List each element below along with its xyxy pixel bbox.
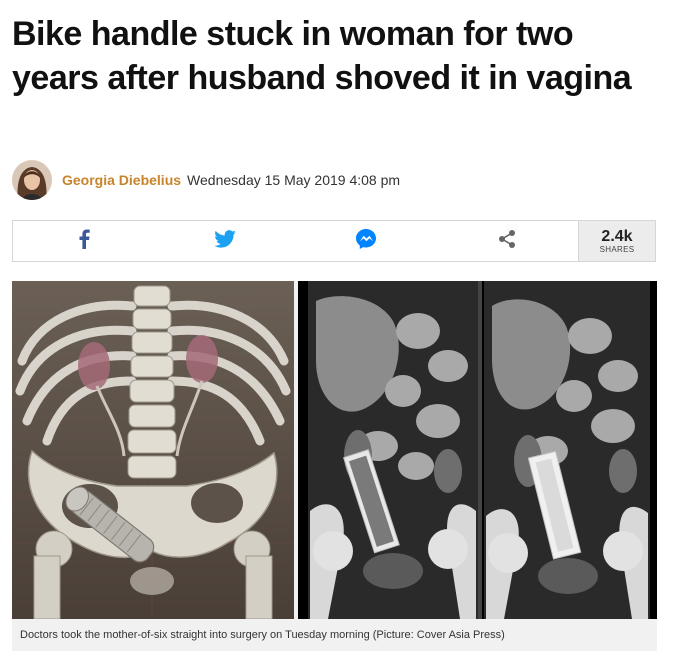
share-count: 2.4k SHARES bbox=[578, 221, 655, 261]
share-bar: 2.4k SHARES bbox=[12, 220, 656, 262]
article-headline: Bike handle stuck in woman for two years… bbox=[12, 15, 632, 97]
messenger-icon bbox=[355, 228, 377, 255]
twitter-icon bbox=[214, 229, 236, 253]
facebook-icon bbox=[77, 229, 91, 254]
ct-3d-reconstruction-image bbox=[12, 281, 294, 619]
author-link[interactable]: Georgia Diebelius bbox=[62, 172, 181, 188]
twitter-share-button[interactable] bbox=[154, 221, 295, 261]
messenger-share-button[interactable] bbox=[296, 221, 437, 261]
share-button[interactable] bbox=[437, 221, 578, 261]
share-icon bbox=[497, 229, 517, 254]
byline: Georgia Diebelius Wednesday 15 May 2019 … bbox=[12, 158, 400, 202]
share-count-number: 2.4k bbox=[601, 227, 633, 245]
article-figure: Doctors took the mother-of-six straight … bbox=[12, 281, 657, 651]
share-count-label: SHARES bbox=[599, 244, 635, 254]
facebook-share-button[interactable] bbox=[13, 221, 154, 261]
ct-scan-image bbox=[298, 281, 657, 619]
figure-caption: Doctors took the mother-of-six straight … bbox=[20, 629, 505, 641]
author-avatar[interactable] bbox=[12, 160, 52, 200]
publish-date: Wednesday 15 May 2019 4:08 pm bbox=[187, 172, 401, 188]
